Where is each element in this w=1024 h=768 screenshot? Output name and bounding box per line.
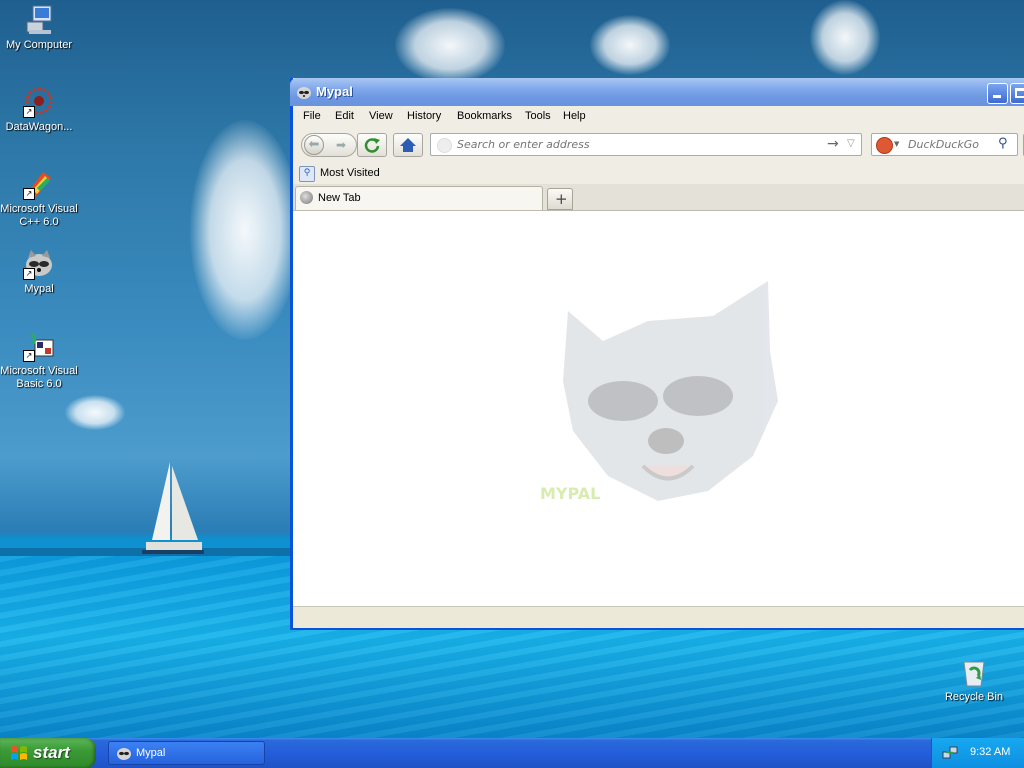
desktop-icon-label: DataWagon... [5, 121, 73, 133]
search-input[interactable] [906, 137, 998, 152]
datawagon-icon: ↗ [23, 86, 55, 118]
browser-window: Mypal File Edit View History Bookmarks T… [290, 78, 1024, 630]
search-bar[interactable]: ▼ ⚲ [871, 133, 1018, 156]
menu-bar: File Edit View History Bookmarks Tools H… [293, 106, 1024, 128]
desktop-icon-label: Microsoft Visual C++ 6.0 [0, 203, 78, 228]
mypal-raccoon-logo [563, 281, 778, 501]
desktop-icon-visual-cpp[interactable]: ↗ Microsoft Visual C++ 6.0 [0, 168, 79, 229]
taskbar: start Mypal 9:32 AM [0, 738, 1024, 768]
cloud [810, 0, 880, 75]
shortcut-arrow-icon: ↗ [23, 188, 35, 200]
forward-button[interactable]: ➡ [332, 136, 350, 154]
desktop-icon-my-computer[interactable]: My Computer [0, 4, 79, 52]
cloud [395, 8, 505, 83]
network-icon[interactable] [942, 745, 958, 761]
shortcut-arrow-icon: ↗ [23, 350, 35, 362]
back-arrow-icon: ⬅ [308, 137, 320, 152]
shortcut-arrow-icon: ↗ [23, 268, 35, 280]
cloud [65, 395, 125, 430]
go-arrow-icon[interactable]: → [827, 136, 839, 152]
windows-logo-icon [11, 746, 27, 760]
visual-cpp-icon: ↗ [23, 168, 55, 200]
tab-strip: New Tab + [293, 184, 1024, 210]
desktop-icon-label: Mypal [24, 283, 54, 295]
duckduckgo-icon[interactable] [876, 137, 893, 154]
raccoon-icon [117, 748, 131, 760]
maximize-button[interactable] [1010, 83, 1024, 104]
bookmarks-toolbar: ⚲ Most Visited [293, 162, 1024, 184]
search-icon[interactable]: ⚲ [998, 136, 1008, 151]
most-visited-icon: ⚲ [299, 166, 315, 182]
new-tab-button[interactable]: + [547, 188, 573, 210]
system-tray: 9:32 AM [931, 738, 1024, 768]
reload-icon [364, 138, 380, 153]
computer-icon [23, 4, 55, 36]
start-label: start [33, 743, 70, 762]
taskbar-button-label: Mypal [136, 747, 166, 759]
globe-icon [300, 191, 313, 204]
address-input[interactable] [455, 137, 819, 152]
start-button[interactable]: start [0, 738, 96, 768]
minimize-button[interactable] [987, 83, 1008, 104]
minimize-icon [993, 95, 1001, 98]
menu-edit[interactable]: Edit [335, 110, 354, 122]
title-bar[interactable]: Mypal [290, 78, 1024, 106]
desktop-icon-recycle-bin[interactable]: Recycle Bin [934, 656, 1014, 704]
tab-label: New Tab [318, 192, 361, 204]
raccoon-icon [296, 84, 312, 100]
maximize-icon [1015, 88, 1024, 98]
reload-button[interactable] [357, 133, 387, 157]
menu-bookmarks[interactable]: Bookmarks [457, 110, 512, 122]
taskbar-button-mypal[interactable]: Mypal [108, 741, 265, 765]
menu-help[interactable]: Help [563, 110, 586, 122]
clock[interactable]: 9:32 AM [970, 746, 1010, 758]
page-content[interactable]: MYPAL [293, 210, 1024, 607]
dropdown-arrow-icon[interactable]: ▽ [847, 138, 855, 149]
most-visited-label: Most Visited [320, 167, 380, 179]
recycle-bin-icon [958, 656, 990, 688]
mypal-logo-text: MYPAL [540, 484, 601, 503]
desktop-icon-visual-basic[interactable]: ↗ Microsoft Visual Basic 6.0 [0, 330, 79, 391]
cloud [590, 15, 670, 75]
desktop-icon-label: Microsoft Visual Basic 6.0 [0, 365, 78, 390]
tab-new-tab[interactable]: New Tab [295, 186, 543, 210]
menu-tools[interactable]: Tools [525, 110, 551, 122]
window-title: Mypal [316, 84, 353, 99]
cloud [190, 120, 300, 340]
forward-arrow-icon: ➡ [335, 138, 347, 152]
desktop-icon-datawagon[interactable]: ↗ DataWagon... [0, 86, 79, 134]
desktop-icon-label: Recycle Bin [944, 691, 1004, 703]
visual-basic-icon: ↗ [23, 330, 55, 362]
plus-icon: + [555, 190, 568, 208]
desktop-icon-label: My Computer [5, 39, 73, 51]
engine-dropdown-icon[interactable]: ▼ [894, 140, 899, 148]
menu-history[interactable]: History [407, 110, 441, 122]
raccoon-icon: ↗ [23, 248, 55, 280]
address-bar[interactable]: → ▽ [430, 133, 862, 156]
site-identity-icon [437, 138, 452, 153]
shortcut-arrow-icon: ↗ [23, 106, 35, 118]
navigation-toolbar: ⬅ ➡ → ▽ ▼ ⚲ [293, 128, 1024, 162]
desktop-icon-mypal[interactable]: ↗ Mypal [0, 248, 79, 296]
back-forward-group: ⬅ ➡ [301, 133, 357, 157]
menu-view[interactable]: View [369, 110, 393, 122]
home-icon [400, 138, 416, 152]
sailboat-image [142, 462, 204, 554]
back-button[interactable]: ⬅ [304, 135, 324, 155]
status-bar [293, 606, 1024, 628]
home-button[interactable] [393, 133, 423, 157]
menu-file[interactable]: File [303, 110, 321, 122]
